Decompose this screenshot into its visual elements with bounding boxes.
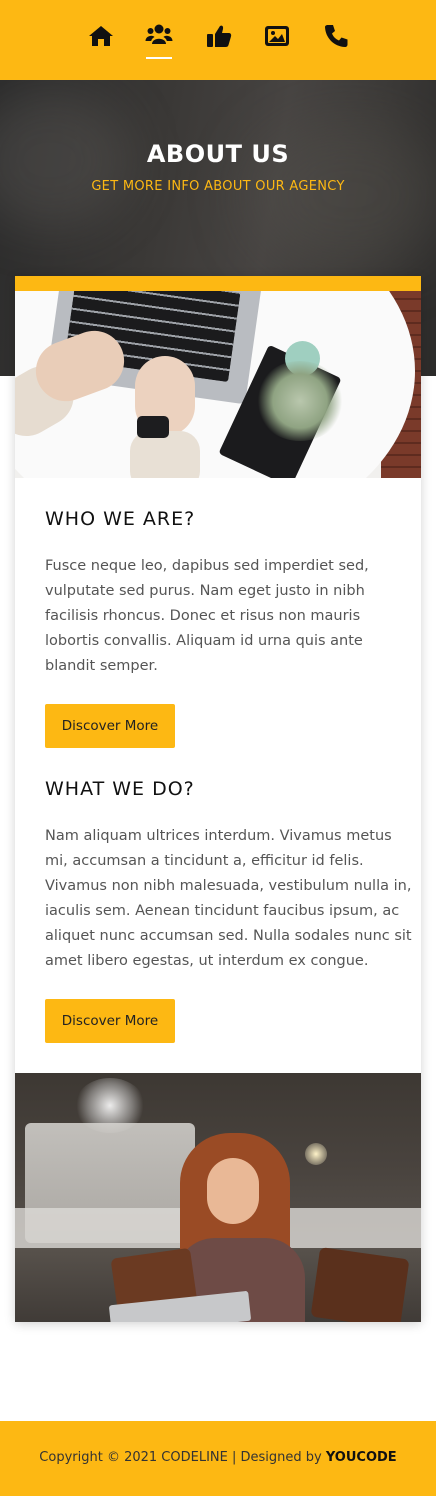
nav-home[interactable]: [86, 22, 116, 62]
page-subtitle: GET MORE INFO ABOUT OUR AGENCY: [91, 179, 345, 194]
card-accent-bar: [15, 276, 421, 291]
nav-contact[interactable]: [321, 22, 351, 62]
image-icon: [265, 26, 289, 46]
cafe-photo: [15, 1073, 421, 1322]
copyright-text: Copyright © 2021 CODELINE | Designed by …: [0, 1450, 436, 1465]
active-indicator: [146, 57, 172, 59]
nav-about[interactable]: [144, 22, 174, 62]
discover-more-button[interactable]: Discover More: [45, 999, 175, 1043]
about-card: WHO WE ARE? Fusce neque leo, dapibus sed…: [15, 276, 421, 1322]
designer-link[interactable]: YOUCODE: [326, 1450, 397, 1465]
copyright-label: Copyright © 2021 CODELINE | Designed by: [39, 1450, 322, 1465]
home-icon: [89, 26, 113, 46]
nav-services[interactable]: [204, 22, 234, 62]
page-title: ABOUT US: [146, 140, 290, 168]
section-title-what: WHAT WE DO?: [45, 778, 195, 800]
laptop-photo: [15, 291, 421, 478]
thumbs-up-icon: [207, 25, 232, 47]
section-text-what: Nam aliquam ultrices interdum. Vivamus m…: [45, 828, 412, 969]
users-icon: [145, 24, 173, 44]
top-nav: [0, 0, 436, 80]
footer: Copyright © 2021 CODELINE | Designed by …: [0, 1421, 436, 1496]
nav-gallery[interactable]: [262, 22, 292, 62]
discover-more-button[interactable]: Discover More: [45, 704, 175, 748]
section-text-who: Fusce neque leo, dapibus sed imperdiet s…: [45, 558, 369, 674]
phone-icon: [325, 25, 348, 47]
section-title-who: WHO WE ARE?: [45, 508, 196, 530]
